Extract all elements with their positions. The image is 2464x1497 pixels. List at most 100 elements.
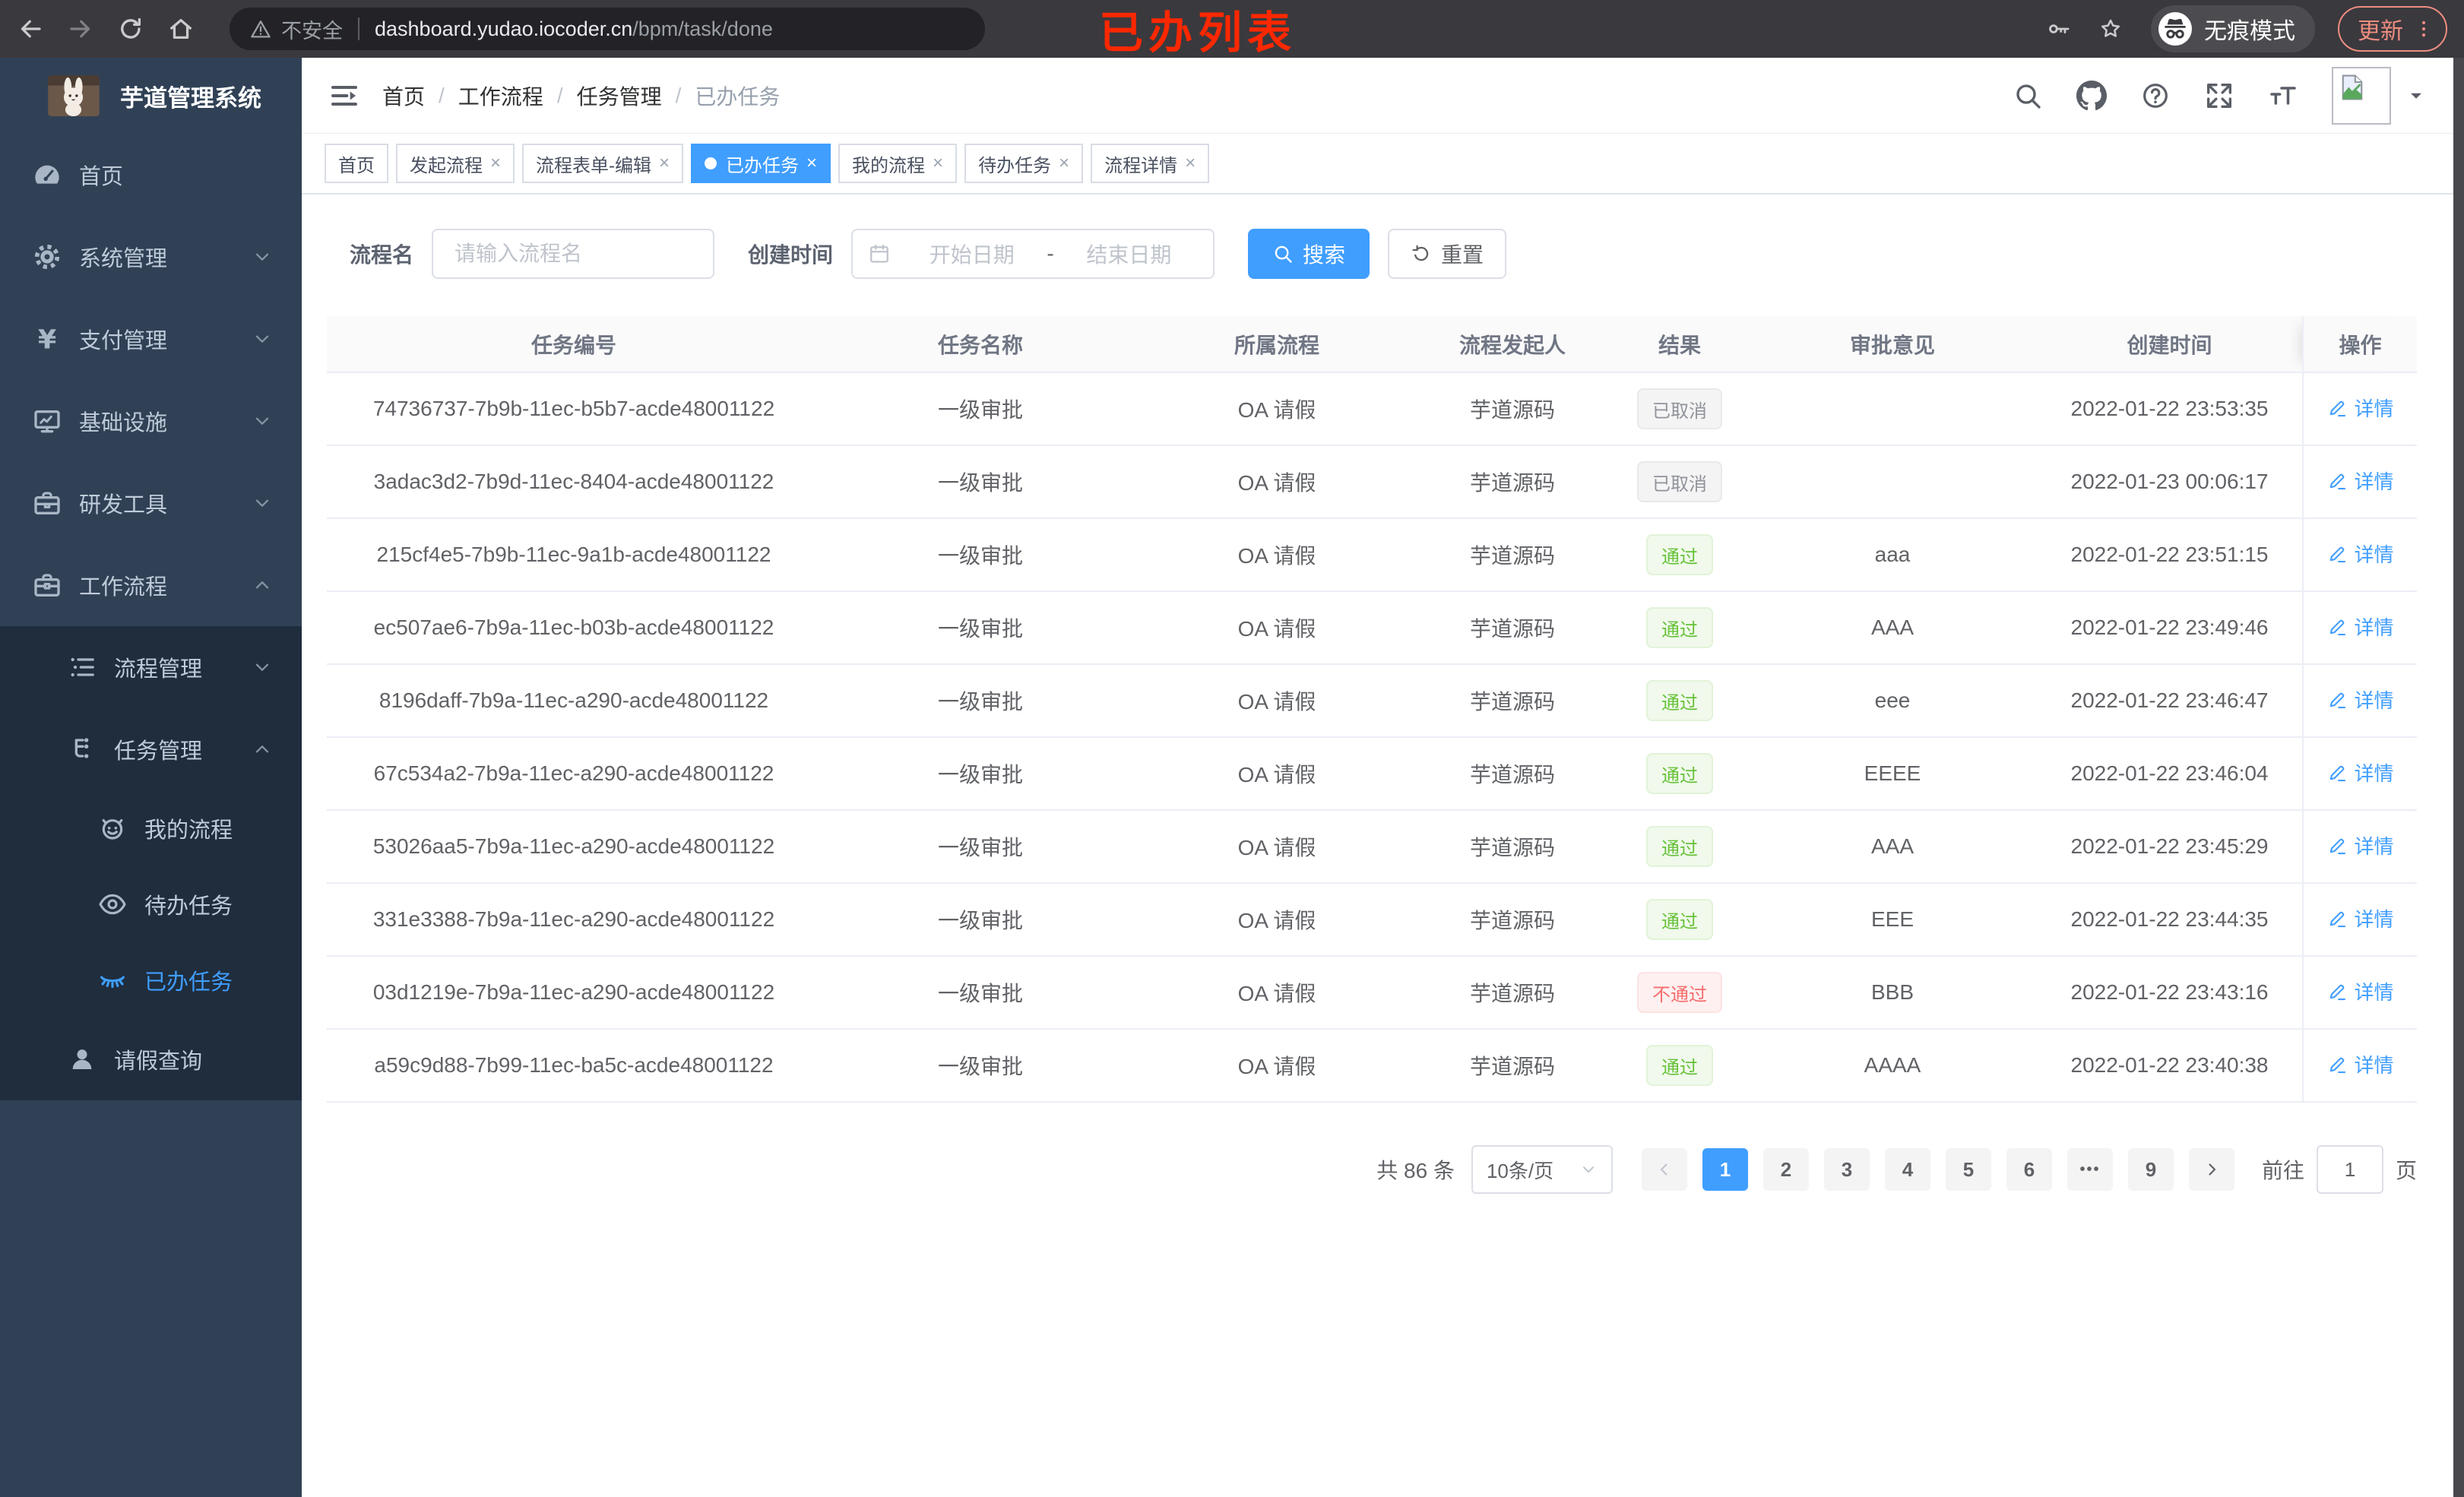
browser-update-button[interactable]: 更新: [2338, 6, 2447, 52]
font-size-icon[interactable]: [2268, 81, 2298, 111]
tab-我的流程[interactable]: 我的流程 ×: [838, 144, 958, 183]
detail-button[interactable]: 详情: [2326, 831, 2394, 859]
close-tab-icon[interactable]: ×: [1059, 153, 1069, 174]
cell-actions: 详情: [2302, 372, 2417, 446]
tab-流程详情[interactable]: 流程详情 ×: [1091, 144, 1210, 183]
column-header-创建时间: 创建时间: [2037, 316, 2303, 373]
browser-scrollbar[interactable]: [2453, 58, 2464, 1497]
cell-task-name: 一级审批: [821, 372, 1140, 446]
sidebar-item-我的流程[interactable]: 我的流程: [0, 790, 302, 866]
sidebar-item-待办任务[interactable]: 待办任务: [0, 866, 302, 942]
cell-process: OA 请假: [1140, 591, 1414, 665]
next-page-button[interactable]: [2188, 1148, 2234, 1191]
close-tab-icon[interactable]: ×: [490, 153, 501, 174]
detail-button[interactable]: 详情: [2326, 685, 2394, 714]
browser-address-bar[interactable]: 不安全 dashboard.yudao.iocoder.cn/bpm/task/…: [230, 8, 985, 50]
detail-button[interactable]: 详情: [2326, 758, 2394, 786]
detail-button[interactable]: 详情: [2326, 977, 2394, 1005]
edit-icon: [2326, 1054, 2348, 1075]
help-icon[interactable]: [2140, 81, 2171, 111]
table-row: a59c9d88-7b99-11ec-ba5c-acde48001122 一级审批…: [327, 1029, 2417, 1103]
reset-button[interactable]: 重置: [1388, 229, 1507, 279]
key-icon[interactable]: [2046, 16, 2072, 42]
edit-icon: [2326, 908, 2348, 929]
table-row: 74736737-7b9b-11ec-b5b7-acde48001122 一级审批…: [327, 372, 2417, 446]
tab-已办任务[interactable]: 已办任务 ×: [691, 144, 831, 183]
detail-button[interactable]: 详情: [2326, 467, 2394, 495]
result-badge: 通过: [1646, 607, 1713, 648]
detail-button[interactable]: 详情: [2326, 904, 2394, 932]
page-button-1[interactable]: 1: [1702, 1148, 1748, 1191]
cell-task-id: a59c9d88-7b99-11ec-ba5c-acde48001122: [327, 1029, 821, 1103]
cell-process: OA 请假: [1140, 883, 1414, 957]
bookmark-star-icon[interactable]: [2098, 16, 2124, 42]
monitor-icon: [32, 406, 62, 436]
cell-starter: 芋道源码: [1414, 591, 1611, 665]
tab-待办任务[interactable]: 待办任务 ×: [964, 144, 1084, 183]
breadcrumb-item-工作流程[interactable]: 工作流程: [458, 81, 543, 111]
cell-process: OA 请假: [1140, 372, 1414, 446]
browser-forward-icon[interactable]: [67, 15, 94, 43]
sidebar-collapse-icon[interactable]: [329, 81, 359, 111]
page-button-4[interactable]: 4: [1884, 1148, 1930, 1191]
url-divider: [358, 17, 359, 40]
avatar-caret-down-icon[interactable]: [2406, 86, 2426, 106]
close-tab-icon[interactable]: ×: [659, 153, 670, 174]
sidebar-item-支付管理[interactable]: ¥ 支付管理: [0, 298, 302, 380]
sidebar-item-请假查询[interactable]: 请假查询: [0, 1018, 302, 1100]
sidebar-item-系统管理[interactable]: 系统管理: [0, 216, 302, 298]
sidebar-item-工作流程[interactable]: 工作流程: [0, 544, 302, 626]
github-icon[interactable]: [2076, 80, 2107, 111]
goto-page-input[interactable]: [2316, 1145, 2383, 1194]
close-tab-icon[interactable]: ×: [1185, 153, 1196, 174]
search-icon[interactable]: [2013, 81, 2043, 111]
tab-label: 流程表单-编辑: [536, 155, 652, 176]
detail-button[interactable]: 详情: [2326, 1050, 2394, 1078]
tab-首页[interactable]: 首页: [325, 144, 388, 183]
detail-button[interactable]: 详情: [2326, 394, 2394, 422]
page-button-9[interactable]: 9: [2127, 1148, 2174, 1191]
browser-home-icon[interactable]: [167, 15, 195, 43]
page-button-6[interactable]: 6: [2006, 1148, 2052, 1191]
cell-task-id: 3adac3d2-7b9d-11ec-8404-acde48001122: [327, 445, 821, 519]
browser-menu-dots-icon[interactable]: [2412, 17, 2435, 40]
cell-process: OA 请假: [1140, 956, 1414, 1030]
url-host: dashboard.yudao.iocoder.cn: [375, 17, 633, 40]
detail-button-label: 详情: [2354, 543, 2394, 567]
cell-process: OA 请假: [1140, 737, 1414, 811]
sidebar-item-已办任务[interactable]: 已办任务: [0, 942, 302, 1018]
page-button-2[interactable]: 2: [1762, 1148, 1809, 1191]
close-tab-icon[interactable]: ×: [933, 153, 943, 174]
active-tab-dot: [705, 157, 717, 169]
sidebar-item-流程管理[interactable]: 流程管理: [0, 626, 302, 708]
more-pages-button[interactable]: •••: [2067, 1148, 2113, 1191]
detail-button[interactable]: 详情: [2326, 540, 2394, 568]
page-button-5[interactable]: 5: [1945, 1148, 1991, 1191]
page-size-select[interactable]: 10条/页: [1471, 1145, 1613, 1194]
cell-comment: EEEE: [1748, 737, 2037, 811]
date-range-picker[interactable]: 开始日期 - 结束日期: [851, 229, 1215, 279]
close-tab-icon[interactable]: ×: [806, 153, 817, 174]
breadcrumb-item-任务管理[interactable]: 任务管理: [577, 81, 662, 111]
prev-page-button[interactable]: [1641, 1148, 1687, 1191]
tab-流程表单-编辑[interactable]: 流程表单-编辑 ×: [522, 144, 684, 183]
tab-发起流程[interactable]: 发起流程 ×: [396, 144, 515, 183]
breadcrumb-item-首页[interactable]: 首页: [382, 81, 425, 111]
sidebar-item-首页[interactable]: 首页: [0, 134, 302, 216]
page-button-3[interactable]: 3: [1823, 1148, 1870, 1191]
breadcrumb: 首页 / 工作流程 / 任务管理 / 已办任务: [382, 81, 780, 111]
user-avatar[interactable]: [2332, 66, 2391, 125]
sidebar-item-任务管理[interactable]: 任务管理: [0, 708, 302, 790]
browser-back-icon[interactable]: [17, 15, 44, 43]
detail-button[interactable]: 详情: [2326, 612, 2394, 641]
detail-button-label: 详情: [2354, 835, 2394, 859]
sidebar-item-基础设施[interactable]: 基础设施: [0, 380, 302, 462]
app-logo[interactable]: 芋道管理系统: [0, 58, 302, 134]
cell-starter: 芋道源码: [1414, 664, 1611, 738]
fullscreen-icon[interactable]: [2204, 81, 2234, 111]
search-button[interactable]: 搜索: [1248, 229, 1370, 279]
browser-reload-icon[interactable]: [117, 15, 144, 43]
process-name-input[interactable]: [432, 229, 715, 279]
sidebar-item-研发工具[interactable]: 研发工具: [0, 462, 302, 544]
annotation-done-list-title: 已办列表: [1099, 8, 1297, 58]
